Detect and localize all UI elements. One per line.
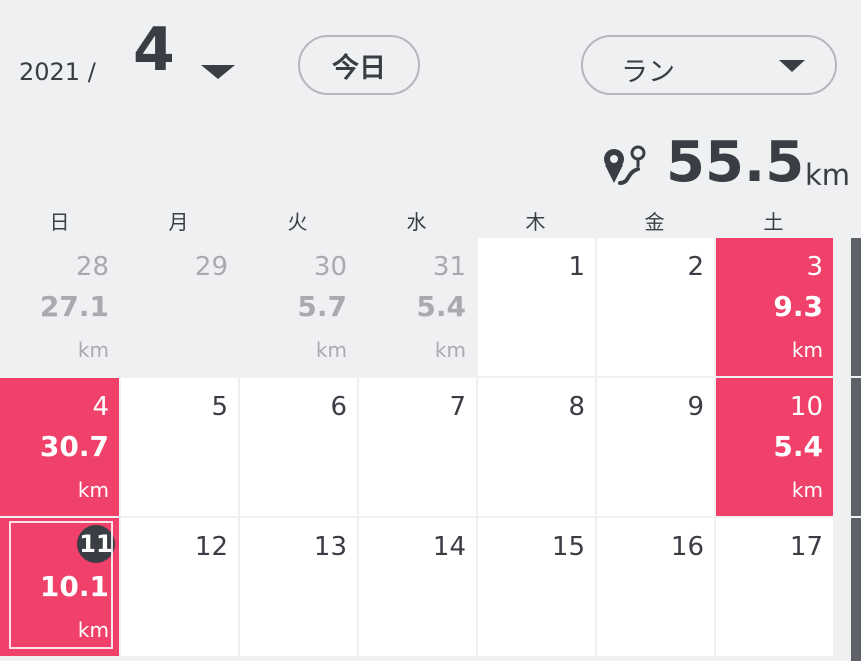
calendar-day-cell[interactable]: 17: [716, 518, 833, 656]
weekday-label: 土: [763, 210, 784, 234]
day-number: 6: [330, 392, 347, 422]
day-distance: 5.4: [416, 290, 466, 323]
calendar-day-cell[interactable]: 3 9.3 km: [716, 238, 833, 376]
calendar-day-cell[interactable]: 8: [478, 378, 595, 516]
scrollbar-segment: [851, 378, 861, 516]
total-distance-unit: km: [805, 158, 851, 192]
calendar-day-cell[interactable]: 5: [121, 378, 238, 516]
month-dropdown-icon[interactable]: [201, 65, 235, 79]
day-number: 30: [313, 252, 347, 282]
day-distance: 27.1: [39, 290, 109, 323]
weekday-label: 金: [644, 210, 665, 234]
calendar-day-cell[interactable]: 13: [240, 518, 357, 656]
weekday-label: 月: [168, 210, 189, 234]
year-label: 2021 /: [19, 58, 96, 86]
day-distance-unit: km: [77, 478, 109, 502]
route-pin-icon: [604, 145, 646, 185]
day-number: 17: [789, 532, 823, 562]
day-number: 1: [568, 252, 585, 282]
day-number: 11: [77, 525, 115, 563]
weekday-label: 水: [406, 210, 427, 234]
calendar-day-cell[interactable]: 31 5.4 km: [359, 238, 476, 376]
weekday-label: 火: [287, 210, 308, 234]
day-number: 4: [92, 392, 109, 422]
day-number: 9: [687, 392, 704, 422]
calendar-day-cell[interactable]: 28 27.1 km: [0, 238, 119, 376]
weekday-header-row: 日 月 火 水 木 金 土: [0, 200, 861, 236]
day-distance-unit: km: [791, 338, 823, 362]
calendar-day-cell[interactable]: 4 30.7 km: [0, 378, 119, 516]
day-distance: 5.7: [297, 290, 347, 323]
calendar-day-cell[interactable]: 2: [597, 238, 714, 376]
day-number: 31: [432, 252, 466, 282]
calendar-day-cell[interactable]: 16: [597, 518, 714, 656]
day-number: 29: [194, 252, 228, 282]
scrollbar-segment: [851, 518, 861, 661]
day-distance: 30.7: [39, 430, 109, 463]
month-label[interactable]: 4: [133, 20, 175, 80]
calendar-day-cell[interactable]: 10 5.4 km: [716, 378, 833, 516]
activity-type-select[interactable]: ラン: [581, 35, 837, 95]
chevron-down-icon: [779, 60, 805, 72]
day-number: 7: [449, 392, 466, 422]
weekday-label: 日: [49, 210, 70, 234]
day-distance-unit: km: [315, 338, 347, 362]
day-distance-unit: km: [434, 338, 466, 362]
day-distance-unit: km: [791, 478, 823, 502]
activity-type-label: ラン: [621, 57, 675, 88]
calendar-day-cell[interactable]: 30 5.7 km: [240, 238, 357, 376]
scrollbar-segment: [851, 238, 861, 376]
calendar-day-cell[interactable]: 29: [121, 238, 238, 376]
day-number: 14: [432, 532, 466, 562]
calendar-day-today[interactable]: 11 10.1 km: [0, 518, 119, 656]
calendar-header: 2021 / 4 今日 ラン: [0, 0, 861, 130]
today-button[interactable]: 今日: [298, 35, 420, 95]
calendar-day-cell[interactable]: 14: [359, 518, 476, 656]
calendar-day-cell[interactable]: 7: [359, 378, 476, 516]
calendar-day-cell[interactable]: 6: [240, 378, 357, 516]
day-number: 16: [670, 532, 704, 562]
day-number: 12: [194, 532, 228, 562]
day-distance: 5.4: [773, 430, 823, 463]
calendar-grid: 28 27.1 km 29 30 5.7 km 31 5.4 km 1 2 3 9.3 km 4 30.7 km 5…: [0, 236, 861, 661]
day-number: 13: [313, 532, 347, 562]
calendar-day-cell[interactable]: 12: [121, 518, 238, 656]
day-number: 15: [551, 532, 585, 562]
day-distance: 9.3: [773, 290, 823, 323]
day-number: 2: [687, 252, 704, 282]
day-distance: 10.1: [39, 570, 109, 603]
day-number: 3: [806, 252, 823, 282]
day-distance-unit: km: [77, 338, 109, 362]
total-distance-value: 55.5: [666, 130, 805, 195]
day-number: 10: [789, 392, 823, 422]
day-distance-unit: km: [77, 618, 109, 642]
calendar-day-cell[interactable]: 9: [597, 378, 714, 516]
calendar-day-cell[interactable]: 15: [478, 518, 595, 656]
weekday-label: 木: [525, 210, 546, 234]
day-number: 5: [211, 392, 228, 422]
calendar-day-cell[interactable]: 1: [478, 238, 595, 376]
day-number: 8: [568, 392, 585, 422]
day-number: 28: [75, 252, 109, 282]
